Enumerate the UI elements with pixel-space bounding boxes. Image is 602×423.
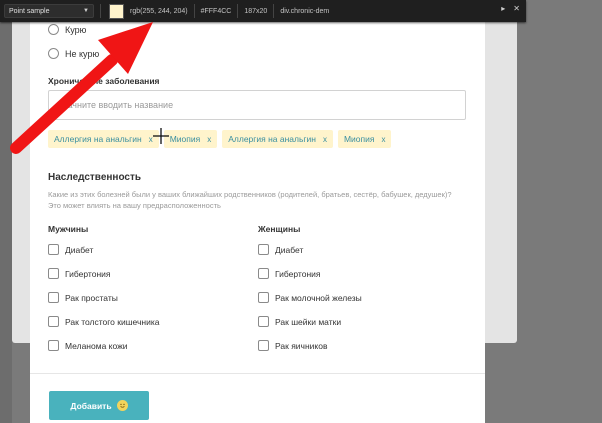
crosshair-cursor-icon bbox=[153, 128, 169, 144]
annotation-arrow-icon bbox=[10, 22, 153, 154]
